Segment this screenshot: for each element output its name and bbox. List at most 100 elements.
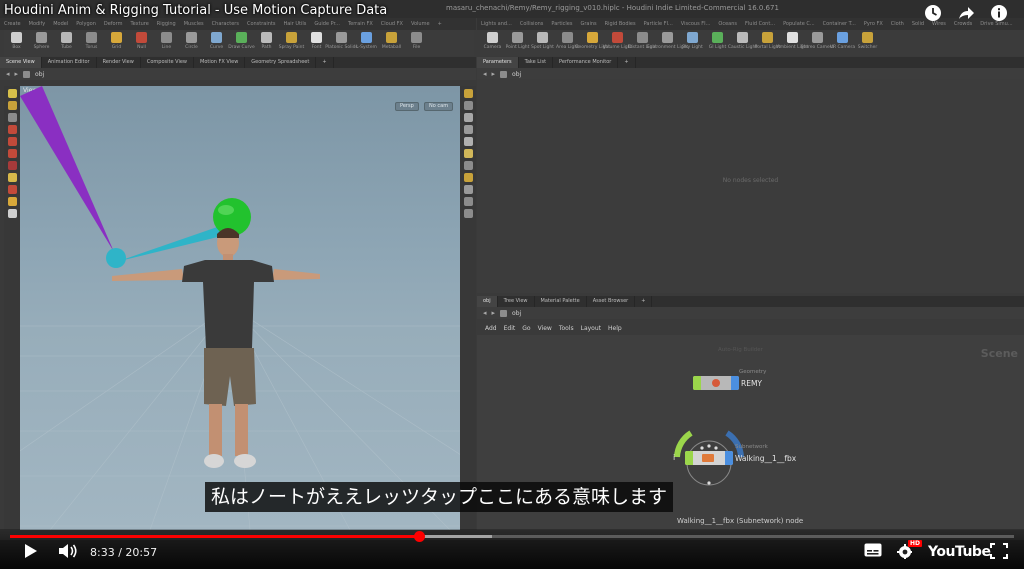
shelf-tab-left-6[interactable]: Rigging [153,18,180,30]
shading-icon[interactable] [463,113,473,122]
normals-icon[interactable] [463,161,473,170]
network-menu-item-2[interactable]: Go [522,325,530,332]
shelf-tab-left-1[interactable]: Modify [25,18,50,30]
shelf-tab-left-2[interactable]: Model [49,18,72,30]
shelf-tab-left-3[interactable]: Polygon [72,18,100,30]
scene-pane-tab-4[interactable]: Motion FX View [194,57,246,68]
cyan-bone[interactable] [116,224,230,262]
fullscreen-icon[interactable] [990,543,1008,559]
shelf-tabs-left[interactable]: Create Modify Model Polygon Deform Texture Rig… [0,18,476,30]
light-tool-4[interactable]: Geometry Light [575,30,610,56]
shelf-tab-left-4[interactable]: Deform [100,18,127,30]
net-back-arrow-icon[interactable]: ◂ [483,309,487,317]
shelf-tool-13[interactable]: Platonic Solids [325,30,358,56]
scene-pane-tab-6[interactable]: + [316,57,334,68]
pose-tool-icon[interactable] [7,113,17,122]
shelf-tab-right-9[interactable]: Populate C... [779,18,819,30]
grid-icon[interactable] [463,197,473,206]
watch-later-icon[interactable] [924,4,942,22]
shelf-tab-right-3[interactable]: Grains [577,18,601,30]
youtube-logo[interactable]: YouTube [928,544,991,560]
light-tool-12[interactable]: Ambient Light [777,30,808,56]
shelf-tool-14[interactable]: L-System [354,30,379,56]
progress-bar[interactable] [10,531,1014,542]
shelf-tab-left-15[interactable]: + [434,18,446,30]
network-menu-item-4[interactable]: Tools [559,325,574,332]
shelf-tab-right-2[interactable]: Particles [547,18,576,30]
shelf-tab-right-6[interactable]: Viscous FI... [677,18,715,30]
lighting-icon[interactable] [463,101,473,110]
scene-pane-tab-1[interactable]: Animation Editor [42,57,97,68]
shelf-tool-1[interactable]: Sphere [29,30,54,56]
shelf-tab-left-9[interactable]: Constraints [243,18,280,30]
share-icon[interactable] [957,4,975,22]
shelf-tab-right-4[interactable]: Rigid Bodies [601,18,640,30]
light-tool-5[interactable]: Volume Light [603,30,632,56]
shoulder-joint[interactable] [106,248,126,268]
network-menu-item-5[interactable]: Layout [581,325,601,332]
rotate-tool-icon[interactable] [7,149,17,158]
network-path-bar[interactable]: ◂ ▸ obj [477,307,1024,319]
net-path-label[interactable]: obj [512,310,521,317]
param-back-arrow-icon[interactable]: ◂ [483,70,487,78]
back-arrow-icon[interactable]: ◂ [6,70,10,78]
shelf-tool-3[interactable]: Torus [79,30,104,56]
path-label[interactable]: obj [35,71,44,78]
template-icon[interactable] [463,173,473,182]
video-title[interactable]: Houdini Anim & Rigging Tutorial - Use Mo… [4,3,387,18]
info-icon-video[interactable] [990,4,1008,22]
network-pane-tabs[interactable]: obj Tree View Material Palette Asset Browse… [477,296,1024,307]
shelf-tab-left-13[interactable]: Cloud FX [377,18,407,30]
shelf-tab-left-0[interactable]: Create [0,18,25,30]
move-tool-icon[interactable] [7,137,17,146]
scene-path-bar[interactable]: ◂ ▸ obj [0,68,476,80]
magnet-tool-icon[interactable] [7,185,17,194]
shelf-tab-right-12[interactable]: Cloth [887,18,908,30]
view-tool-icon[interactable] [7,101,17,110]
light-tool-0[interactable]: Camera [480,30,505,56]
shelf-tab-left-10[interactable]: Hair Utils [279,18,310,30]
parameter-pane-tab-0[interactable]: Parameters [477,57,519,68]
node-walking-fbx[interactable] [685,451,733,465]
shelf-tools-left[interactable]: Box Sphere Tube Torus Grid Null Line Circle Curv… [4,30,474,56]
scene-view-tabs[interactable]: Scene View Animation Editor Render View Com… [0,57,476,68]
handle-tool-icon[interactable] [7,125,17,134]
scene-pane-tab-5[interactable]: Geometry Spreadsheet [245,57,317,68]
network-pane-tab-0[interactable]: obj [477,296,498,307]
shelf-tab-right-11[interactable]: Pyro FX [860,18,887,30]
shelf-tool-0[interactable]: Box [4,30,29,56]
shelf-tab-right-1[interactable]: Collisions [516,18,548,30]
light-tool-13[interactable]: Stereo Camera [801,30,834,56]
snap-grid-icon[interactable] [463,209,473,218]
left-tool-strip[interactable] [4,86,20,530]
snap-tool-icon[interactable] [7,197,17,206]
ghost-icon[interactable] [463,137,473,146]
light-tool-1[interactable]: Point Light [505,30,530,56]
display-options-icon[interactable] [463,89,473,98]
parameter-pane-tabs[interactable]: Parameters Take List Performance Monitor + [477,57,1024,68]
shelf-tab-left-7[interactable]: Muscles [180,18,208,30]
light-tool-8[interactable]: Sky Light [680,30,705,56]
select-tool-icon[interactable] [7,89,17,98]
shelf-tab-right-8[interactable]: Fluid Cont... [741,18,779,30]
network-pane-tab-2[interactable]: Material Palette [535,296,587,307]
scene-viewport[interactable]: View Persp No cam [20,86,460,530]
scene-pane-tab-0[interactable]: Scene View [0,57,42,68]
network-pane-tab-1[interactable]: Tree View [498,296,535,307]
shelf-tool-15[interactable]: Metaball [379,30,404,56]
forward-arrow-icon[interactable]: ▸ [15,70,19,78]
param-path-label[interactable]: obj [512,71,521,78]
network-pane-tab-4[interactable]: + [635,296,653,307]
shelf-tab-right-0[interactable]: Lights and... [477,18,516,30]
light-tool-3[interactable]: Area Light [555,30,580,56]
paint-tool-icon[interactable] [7,209,17,218]
purple-bone[interactable] [20,86,114,252]
character-remy[interactable] [112,228,320,468]
shelf-tool-10[interactable]: Path [254,30,279,56]
network-menu-bar[interactable]: Add Edit Go View Tools Layout Help [477,322,1024,335]
bones-icon[interactable] [463,185,473,194]
info-icon[interactable]: i [673,453,675,462]
network-menu-item-1[interactable]: Edit [504,325,516,332]
shelf-tool-6[interactable]: Line [154,30,179,56]
shelf-tool-16[interactable]: File [404,30,429,56]
